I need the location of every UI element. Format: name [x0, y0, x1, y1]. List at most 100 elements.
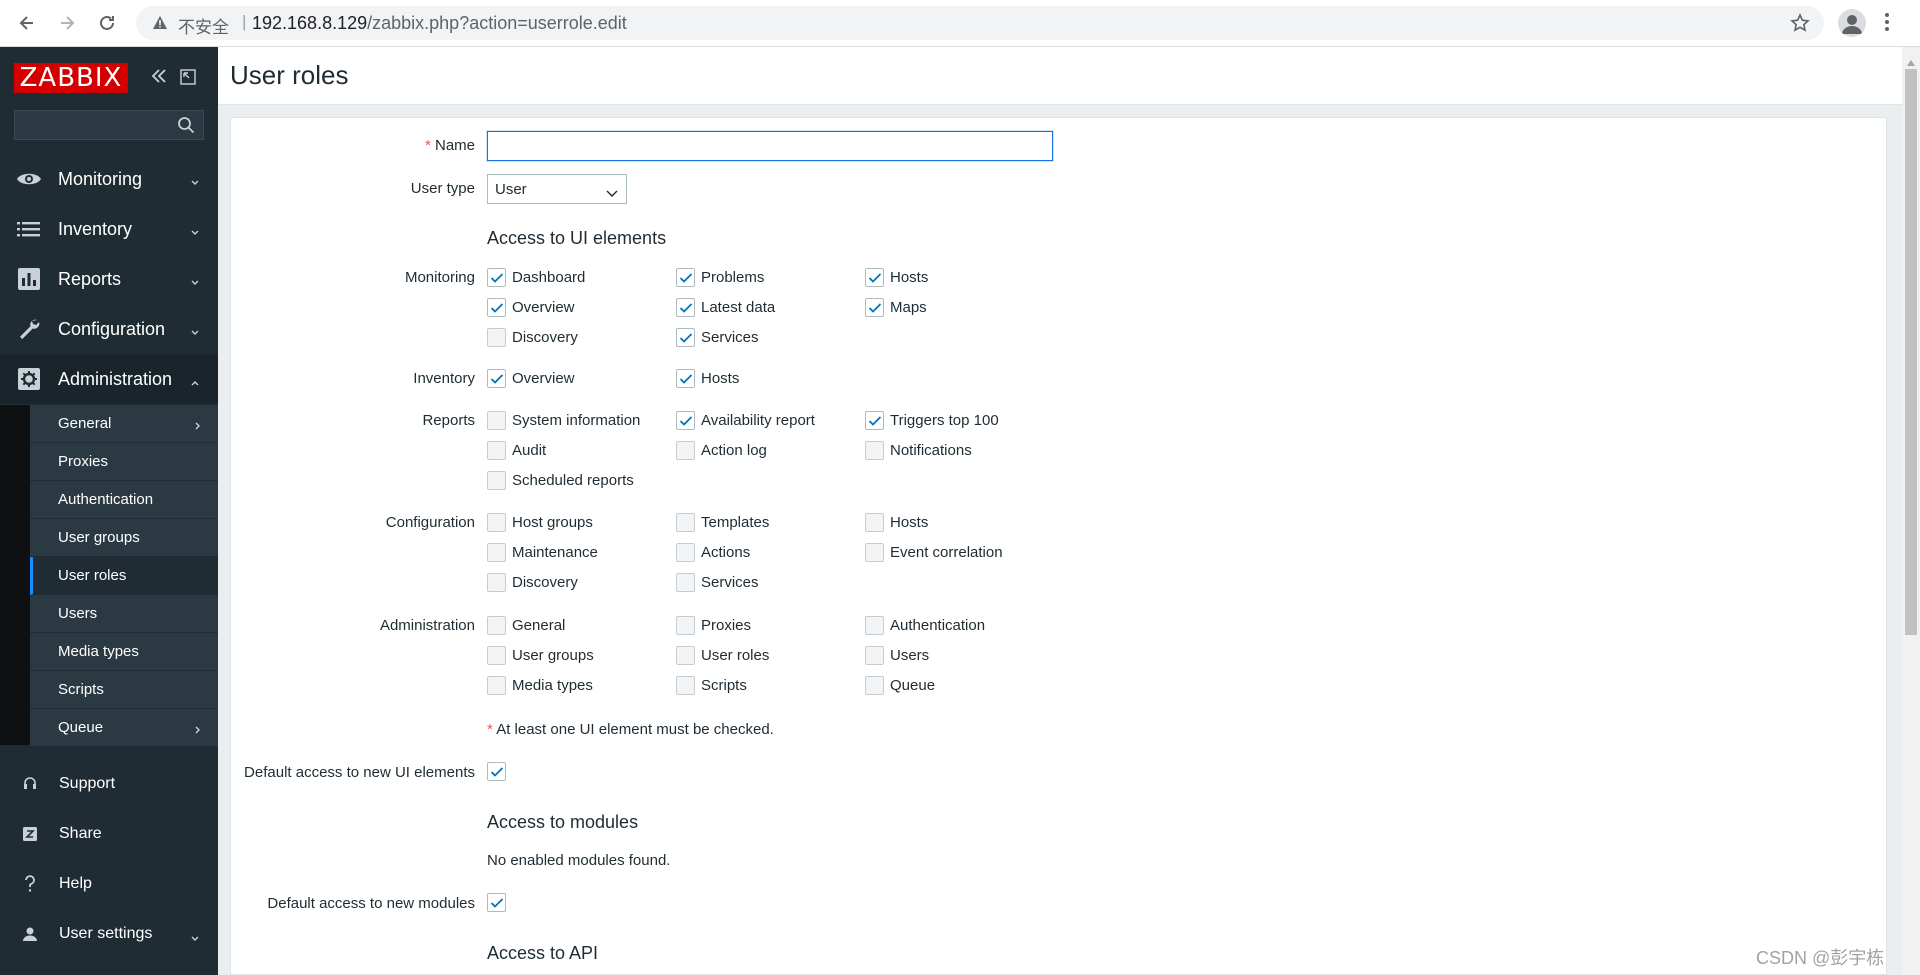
- checkbox-box: [487, 676, 506, 695]
- menu-monitoring[interactable]: Monitoring: [0, 154, 218, 204]
- menu-reports-label: Reports: [58, 269, 122, 289]
- checkbox-label: Services: [701, 329, 759, 346]
- checkbox-box: [487, 893, 506, 912]
- user-type-select[interactable]: User: [487, 174, 627, 204]
- checkbox-box: [676, 676, 695, 695]
- wrench-icon: [16, 317, 42, 341]
- checkbox-box: [487, 513, 506, 532]
- checkbox-label: Maintenance: [512, 544, 598, 561]
- collapse-sidebar-icon[interactable]: [150, 67, 168, 89]
- chevron-down-icon: [606, 185, 618, 202]
- checkbox-box: [676, 543, 695, 562]
- checkbox-label: Authentication: [890, 617, 986, 634]
- required-mark: *: [487, 721, 493, 738]
- help-icon: [20, 874, 40, 894]
- checkbox-box: [865, 543, 884, 562]
- footer-support-label: Support: [59, 775, 116, 792]
- checkbox-box: [676, 369, 695, 388]
- bar-chart-icon: [16, 267, 42, 291]
- footer-user-settings[interactable]: User settings: [0, 912, 218, 956]
- footer-help[interactable]: Help: [0, 862, 218, 906]
- ui-elements-section-title: Access to UI elements: [487, 228, 667, 248]
- submenu-authentication[interactable]: Authentication: [30, 481, 218, 519]
- reload-button[interactable]: [92, 8, 122, 38]
- checkbox-label: Availability report: [701, 412, 815, 429]
- submenu-scripts[interactable]: Scripts: [30, 671, 218, 709]
- menu-monitoring-label: Monitoring: [58, 169, 143, 189]
- checkbox-label: Scripts: [701, 677, 747, 694]
- checkbox-label: Queue: [890, 677, 936, 694]
- checkbox-box: [487, 298, 506, 317]
- bookmark-star-icon[interactable]: [1790, 13, 1810, 37]
- checkbox-box: [865, 513, 884, 532]
- submenu-user-groups[interactable]: User groups: [30, 519, 218, 557]
- checkbox-box: [487, 762, 506, 781]
- menu-reports[interactable]: Reports: [0, 254, 218, 304]
- checkbox-box: [865, 441, 884, 460]
- menu-inventory-label: Inventory: [58, 219, 133, 239]
- checkbox-label: Scheduled reports: [512, 472, 634, 489]
- submenu-proxies-label: Proxies: [58, 453, 109, 470]
- checkbox-label: Users: [890, 647, 930, 664]
- checkbox-box: [676, 441, 695, 460]
- checkbox-label: Event correlation: [890, 544, 1003, 561]
- browser-toolbar: 不安全 | 192.168.8.129/zabbix.php?action=us…: [0, 0, 1920, 47]
- checkbox-label: Hosts: [890, 514, 929, 531]
- submenu-general[interactable]: General: [30, 405, 218, 443]
- scroll-up-arrow-icon[interactable]: [1907, 53, 1915, 70]
- forward-button[interactable]: [52, 8, 82, 38]
- checkbox-label: User groups: [512, 647, 594, 664]
- reports-group-label: Reports: [422, 412, 475, 429]
- page-title: User roles: [230, 60, 349, 90]
- scroll-thumb[interactable]: [1905, 69, 1917, 635]
- watermark: CSDN @彭宇栋: [1756, 948, 1885, 968]
- footer-share[interactable]: Share: [0, 812, 218, 856]
- checkbox-label: Hosts: [890, 269, 929, 286]
- submenu-user-roles[interactable]: User roles: [30, 557, 218, 595]
- sidebar-search-input[interactable]: [15, 111, 175, 139]
- submenu-users[interactable]: Users: [30, 595, 218, 633]
- checkbox-box: [487, 471, 506, 490]
- checkbox-label: Latest data: [701, 299, 776, 316]
- back-button[interactable]: [12, 8, 42, 38]
- checkbox-label: Maps: [890, 299, 927, 316]
- menu-inventory[interactable]: Inventory: [0, 204, 218, 254]
- profile-avatar-icon[interactable]: [1838, 9, 1866, 37]
- insecure-label: 不安全: [178, 18, 229, 37]
- checkbox-label: Proxies: [701, 617, 752, 634]
- checkbox-box: [676, 411, 695, 430]
- chevron-down-icon: [190, 274, 200, 291]
- headset-icon: [20, 774, 40, 794]
- footer-support[interactable]: Support: [0, 762, 218, 806]
- checkbox-label: Dashboard: [512, 269, 586, 286]
- submenu-scripts-label: Scripts: [58, 681, 104, 698]
- submenu-general-label: General: [58, 415, 112, 432]
- submenu-proxies[interactable]: Proxies: [30, 443, 218, 481]
- zabbix-logo[interactable]: ZABBIX: [14, 63, 128, 93]
- address-bar[interactable]: 不安全 | 192.168.8.129/zabbix.php?action=us…: [136, 6, 1824, 40]
- submenu-media-types[interactable]: Media types: [30, 633, 218, 671]
- forward-arrow-icon: [61, 16, 75, 30]
- checkbox-box: [487, 616, 506, 635]
- name-input[interactable]: [487, 131, 1053, 161]
- checkbox-label: Triggers top 100: [890, 412, 999, 429]
- submenu-queue-label: Queue: [58, 719, 104, 736]
- checkbox-box: [865, 646, 884, 665]
- kiosk-mode-icon[interactable]: [180, 69, 196, 89]
- chevron-down-icon: [190, 324, 200, 341]
- checkbox-label: Problems: [701, 269, 765, 286]
- user-type-value: User: [495, 181, 527, 198]
- name-label: * Name: [425, 137, 475, 154]
- submenu-queue[interactable]: Queue: [30, 709, 218, 747]
- url-path: /zabbix.php?action=userrole.edit: [367, 13, 627, 33]
- browser-menu-icon[interactable]: [1884, 11, 1890, 35]
- search-icon[interactable]: [177, 116, 195, 138]
- checkbox-label: Actions: [701, 544, 751, 561]
- checkbox-box: [865, 298, 884, 317]
- chevron-down-icon: [190, 174, 200, 191]
- submenu-user-groups-label: User groups: [58, 529, 140, 546]
- page-scrollbar[interactable]: [1902, 47, 1920, 975]
- name-label-text: Name: [434, 137, 475, 154]
- menu-configuration[interactable]: Configuration: [0, 304, 218, 354]
- menu-administration[interactable]: Administration: [0, 354, 218, 404]
